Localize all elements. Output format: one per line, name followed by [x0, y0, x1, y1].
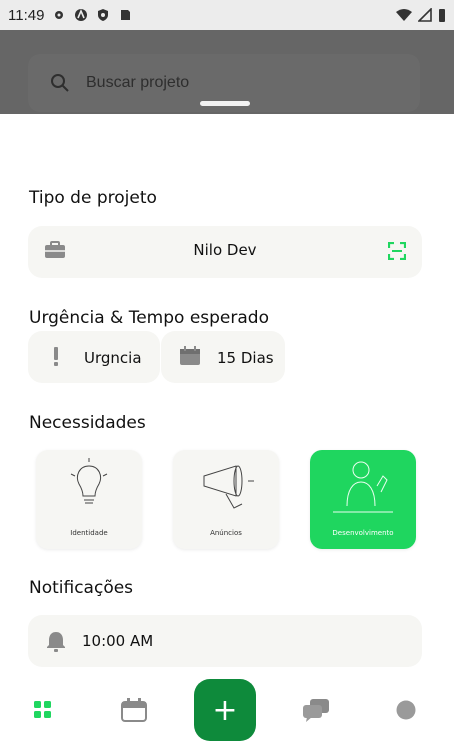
urgency-value: Urgncia: [84, 349, 142, 367]
sheet-drag-handle[interactable]: [200, 101, 250, 106]
calendar-icon: [180, 346, 200, 365]
status-time: 11:49: [8, 6, 45, 24]
need-label: Identidade: [70, 529, 108, 537]
exclamation-icon: [54, 347, 58, 366]
lightbulb-icon: [70, 458, 108, 504]
need-card-desenvolvimento[interactable]: Desenvolvimento: [310, 450, 416, 549]
search-icon: [51, 74, 69, 92]
section-title-project-type: Tipo de projeto: [29, 188, 157, 208]
section-title-urgency: Urgência & Tempo esperado: [29, 308, 269, 328]
shield-icon: [98, 9, 109, 21]
notification-icon-a: [75, 8, 88, 21]
grid-icon[interactable]: [34, 701, 52, 719]
scan-icon[interactable]: [388, 242, 406, 260]
bell-icon: [47, 632, 65, 652]
add-icon: +: [212, 692, 238, 728]
urgency-field[interactable]: Urgncia: [28, 331, 160, 383]
days-field[interactable]: 15 Dias: [161, 331, 285, 383]
battery-icon: [439, 9, 445, 22]
project-type-value: Nilo Dev: [193, 241, 257, 259]
need-label: Anúncios: [210, 529, 242, 537]
need-label: Desenvolvimento: [332, 529, 394, 537]
status-bar: 11:49: [0, 0, 454, 30]
add-project-button[interactable]: +: [194, 679, 256, 741]
search-placeholder: Buscar projeto: [86, 74, 190, 91]
days-value: 15 Dias: [217, 349, 274, 367]
notification-time-field[interactable]: 10:00 AM: [28, 615, 422, 667]
need-card-anuncios[interactable]: Anúncios: [173, 450, 279, 549]
chat-icon[interactable]: [302, 698, 330, 722]
megaphone-icon: [203, 465, 254, 509]
section-title-needs: Necessidades: [29, 413, 146, 433]
need-card-identidade[interactable]: Identidade: [36, 450, 142, 549]
project-type-field[interactable]: Nilo Dev: [28, 226, 422, 278]
settings-icon: [55, 11, 64, 19]
developer-icon: [333, 461, 393, 513]
profile-icon[interactable]: [396, 700, 416, 720]
wifi-icon: [396, 9, 412, 21]
section-title-notifications: Notificações: [29, 578, 134, 598]
signal-icon: [418, 8, 432, 22]
sd-card-icon: [121, 10, 131, 20]
calendar-nav-icon[interactable]: [121, 698, 147, 722]
notification-time: 10:00 AM: [82, 632, 154, 650]
